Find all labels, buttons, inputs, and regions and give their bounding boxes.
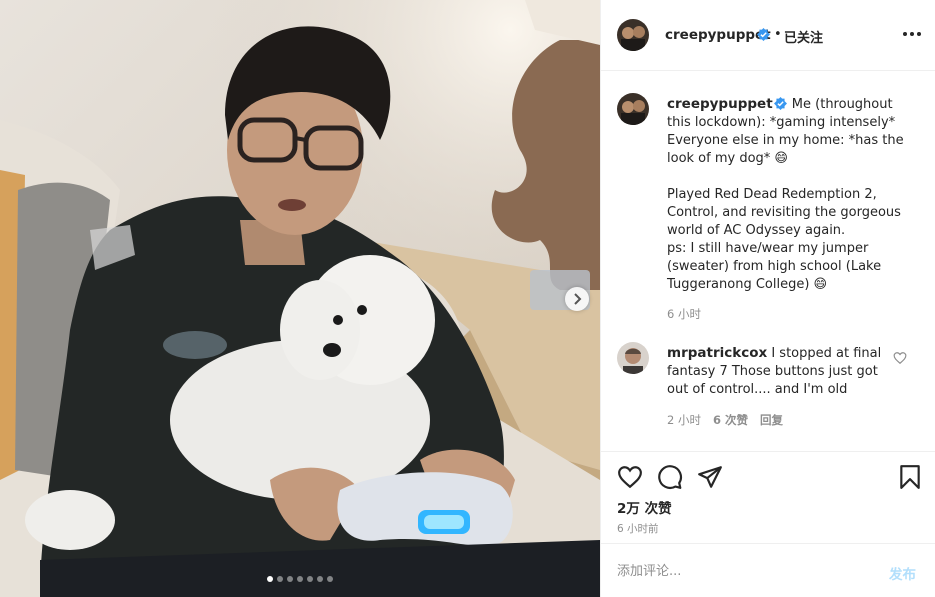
avatar[interactable] bbox=[617, 342, 649, 374]
post-comment-button[interactable]: 发布 bbox=[889, 563, 916, 583]
comment-timestamp[interactable]: 2 小时 bbox=[667, 412, 701, 428]
next-image-button[interactable] bbox=[565, 287, 589, 311]
avatar[interactable] bbox=[617, 93, 649, 125]
following-button[interactable]: 已关注 bbox=[784, 27, 823, 46]
photo-image bbox=[0, 0, 600, 597]
post-side-panel: creepypuppet • 已关注 creepypuppet Me (thro… bbox=[600, 0, 935, 597]
carousel-dot bbox=[317, 576, 323, 582]
caption-username[interactable]: creepypuppet bbox=[667, 96, 773, 112]
caption-timestamp[interactable]: 6 小时 bbox=[667, 306, 701, 322]
more-options-icon[interactable] bbox=[901, 24, 923, 44]
separator-dot: • bbox=[774, 27, 782, 42]
comment-input[interactable] bbox=[617, 560, 867, 582]
likes-count[interactable]: 2万 次赞 bbox=[617, 497, 672, 517]
comment-likes[interactable]: 6 次赞 bbox=[713, 412, 748, 428]
heart-icon[interactable] bbox=[617, 464, 643, 490]
verified-badge-icon bbox=[773, 97, 787, 110]
chevron-right-icon bbox=[574, 293, 582, 305]
post-header: creepypuppet • 已关注 bbox=[601, 0, 935, 71]
comment-heart-icon[interactable] bbox=[893, 351, 907, 365]
carousel-dot bbox=[307, 576, 313, 582]
comment-icon[interactable] bbox=[657, 464, 683, 490]
carousel-dot bbox=[297, 576, 303, 582]
carousel-dot bbox=[287, 576, 293, 582]
carousel-dot bbox=[267, 576, 273, 582]
carousel-dot bbox=[327, 576, 333, 582]
comment-meta: 2 小时 6 次赞 回复 bbox=[667, 412, 783, 428]
comments-section: creepypuppet Me (throughout this lockdow… bbox=[601, 71, 935, 451]
post-photo[interactable] bbox=[0, 0, 600, 597]
action-bar: 2万 次赞 6 小时前 bbox=[601, 451, 935, 543]
post-timestamp[interactable]: 6 小时前 bbox=[617, 521, 659, 536]
post-caption: creepypuppet Me (throughout this lockdow… bbox=[667, 95, 917, 294]
comment-item: mrpatrickcox I stopped at final fantasy … bbox=[667, 344, 887, 399]
reply-button[interactable]: 回复 bbox=[760, 412, 783, 428]
comment-username[interactable]: mrpatrickcox bbox=[667, 345, 767, 361]
verified-badge-icon bbox=[757, 28, 770, 41]
post-author-username[interactable]: creepypuppet bbox=[665, 27, 771, 43]
bookmark-icon[interactable] bbox=[897, 464, 923, 490]
add-comment-bar: 发布 bbox=[601, 543, 935, 597]
avatar[interactable] bbox=[617, 19, 649, 51]
share-icon[interactable] bbox=[697, 464, 723, 490]
carousel-dot bbox=[277, 576, 283, 582]
caption-text: Me (throughout this lockdown): *gaming i… bbox=[667, 97, 904, 292]
carousel-indicator bbox=[0, 576, 600, 582]
